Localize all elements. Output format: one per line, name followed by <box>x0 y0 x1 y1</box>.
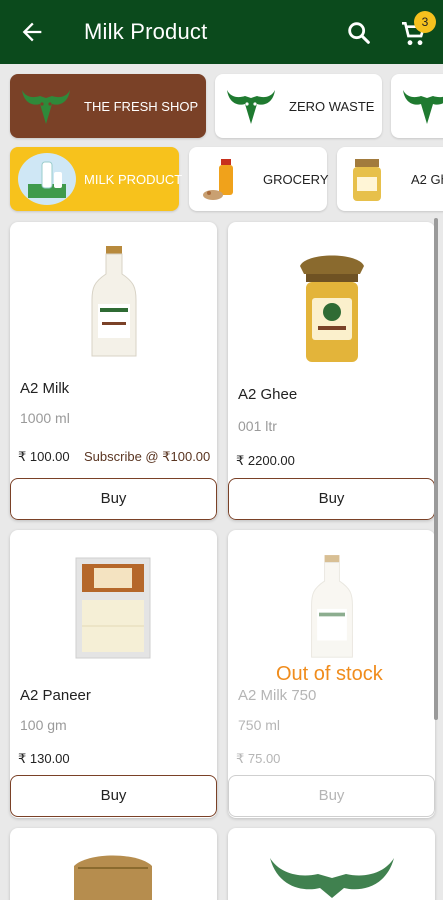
cart-count-badge: 3 <box>414 11 436 33</box>
ghee-jar-thumbnail <box>353 159 381 201</box>
product-card-a2-paneer[interactable]: A2 Paneer 100 gm ₹ 130.00 Buy <box>10 530 217 818</box>
subscribe-link[interactable]: Subscribe @ ₹100.00 <box>84 449 210 465</box>
product-card-partial-right[interactable] <box>228 828 435 900</box>
category-label: ZERO WASTE <box>289 99 375 114</box>
category-label: MILK PRODUCT <box>84 172 183 187</box>
product-price: ₹ 75.00 <box>236 751 281 766</box>
product-quantity: 100 gm <box>20 717 67 733</box>
category-chip-a2-ghee[interactable]: A2 Gh <box>337 147 443 211</box>
buy-button[interactable]: Buy <box>10 775 217 817</box>
bull-logo-icon <box>227 90 275 124</box>
product-card-partial-left[interactable] <box>10 828 217 900</box>
product-price: ₹ 2200.00 <box>236 453 295 468</box>
product-price: ₹ 100.00 <box>18 449 70 464</box>
product-quantity: 001 ltr <box>238 418 277 434</box>
category-chip-milk-product[interactable]: MILK PRODUCT <box>10 147 183 211</box>
category-chip-fresh-shop[interactable]: THE FRESH SHOP <box>10 74 206 138</box>
category-row-shops: THE FRESH SHOP ZERO WASTE <box>0 70 443 144</box>
bull-logo-icon <box>22 90 70 124</box>
search-icon[interactable] <box>345 19 373 47</box>
category-label: THE FRESH SHOP <box>84 99 199 114</box>
category-label: A2 Gh <box>411 172 443 187</box>
back-arrow-icon[interactable] <box>18 18 46 46</box>
grocery-thumbnail <box>203 159 233 200</box>
product-name: A2 Milk 750 <box>238 687 317 704</box>
product-image-partial <box>74 855 152 900</box>
paneer-pack-image <box>75 557 151 659</box>
category-chip-zero-waste[interactable]: ZERO WASTE <box>215 74 382 138</box>
buy-button[interactable]: Buy <box>10 478 217 520</box>
product-card-a2-milk[interactable]: A2 Milk 1000 ml ₹ 100.00 Subscribe @ ₹10… <box>10 222 217 520</box>
category-row-products: MILK PRODUCT GROCERY A2 Gh <box>0 143 443 217</box>
product-card-a2-ghee[interactable]: A2 Ghee 001 ltr ₹ 2200.00 Buy <box>228 222 435 520</box>
product-quantity: 1000 ml <box>20 410 70 426</box>
product-quantity: 750 ml <box>238 717 281 733</box>
product-name: A2 Ghee <box>238 386 298 403</box>
out-of-stock-label: Out of stock <box>276 663 383 685</box>
product-card-a2-milk-750[interactable]: Out of stock A2 Milk 750 750 ml ₹ 75.00 … <box>228 530 435 818</box>
milk-product-thumbnail <box>18 153 76 205</box>
bull-logo-icon <box>403 90 443 124</box>
product-name: A2 Milk <box>20 380 70 397</box>
scrollbar[interactable] <box>434 218 438 720</box>
page-title: Milk Product <box>84 19 208 44</box>
product-price: ₹ 130.00 <box>18 751 70 766</box>
buy-button[interactable]: Buy <box>228 478 435 520</box>
category-label: GROCERY <box>263 172 329 187</box>
app-bar: Milk Product 3 <box>0 0 443 64</box>
buy-button: Buy <box>228 775 435 817</box>
category-chip-grocery[interactable]: GROCERY <box>189 147 329 211</box>
bull-logo-icon <box>270 858 394 898</box>
ghee-jar-image <box>300 255 364 362</box>
milk-bottle-image <box>91 246 137 357</box>
product-name: A2 Paneer <box>20 687 91 704</box>
category-chip-partial[interactable] <box>391 74 443 138</box>
milk-bottle-image <box>311 555 353 658</box>
